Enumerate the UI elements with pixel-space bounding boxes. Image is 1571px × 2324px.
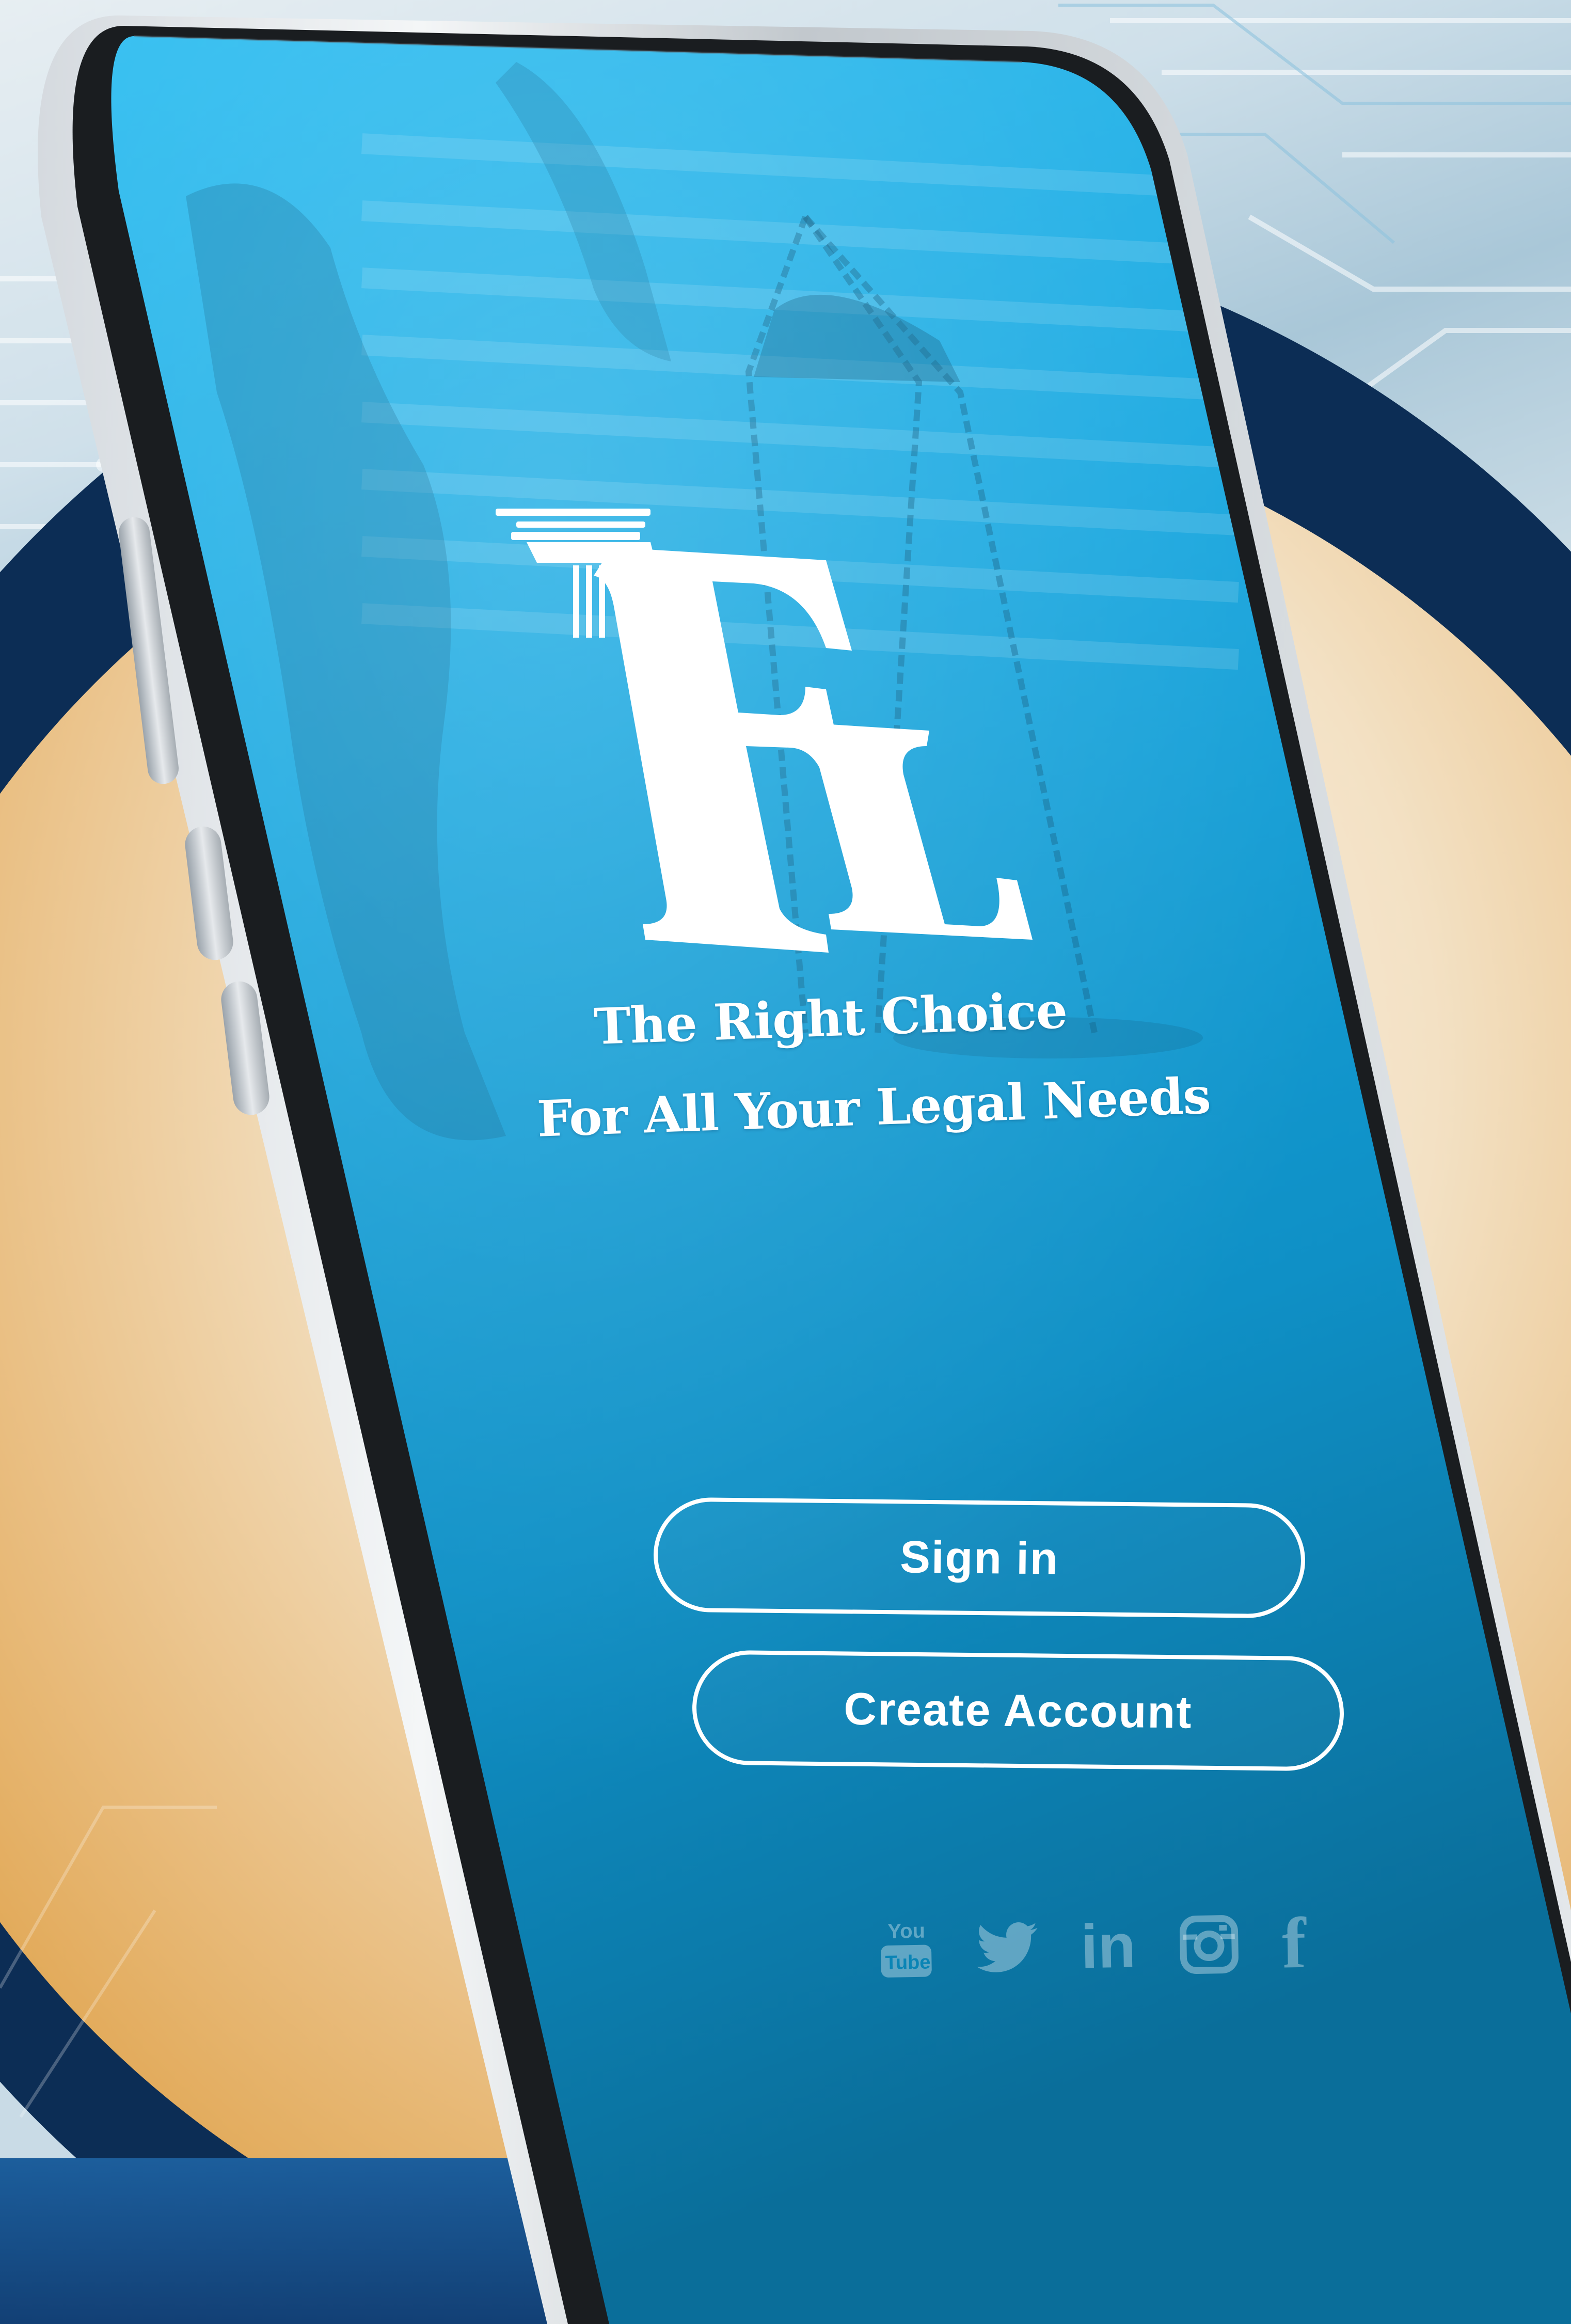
social-links: You Tube in f xyxy=(877,1903,1307,1986)
create-account-button[interactable]: Create Account xyxy=(691,1650,1345,1772)
svg-text:You: You xyxy=(887,1920,925,1943)
sign-in-label: Sign in xyxy=(899,1531,1059,1584)
twitter-icon[interactable] xyxy=(976,1922,1039,1974)
linkedin-label: in xyxy=(1080,1911,1137,1982)
facebook-icon[interactable]: f xyxy=(1281,1901,1307,1985)
youtube-icon[interactable]: You Tube xyxy=(877,1916,935,1984)
instagram-icon[interactable] xyxy=(1178,1913,1241,1976)
linkedin-icon[interactable]: in xyxy=(1080,1910,1136,1983)
marketing-scene: The Right Choice For All Your Legal Need… xyxy=(0,0,1571,2324)
sign-in-button[interactable]: Sign in xyxy=(653,1497,1306,1619)
svg-text:Tube: Tube xyxy=(885,1951,931,1974)
facebook-label: f xyxy=(1281,1903,1307,1984)
phone xyxy=(38,15,1571,2324)
create-account-label: Create Account xyxy=(843,1683,1193,1738)
